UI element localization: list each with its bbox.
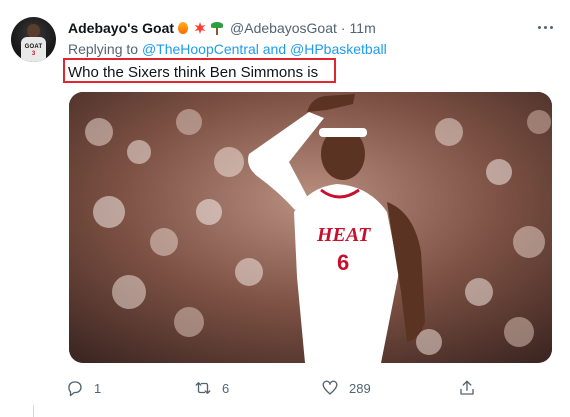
like-count: 289 bbox=[349, 380, 371, 396]
like-button[interactable]: 289 bbox=[321, 377, 371, 399]
jersey-word: HEAT bbox=[317, 224, 371, 246]
jersey-number: 6 bbox=[337, 250, 350, 275]
burst-emoji-icon bbox=[193, 21, 207, 35]
replying-to-label: Replying to bbox=[68, 41, 139, 57]
avatar-jersey-text: GOAT bbox=[24, 44, 43, 50]
mention-link-2[interactable]: @HPbasketball bbox=[290, 41, 387, 57]
tweet-header: Adebayo's Goat @AdebayosGoat · 11m bbox=[68, 18, 376, 38]
palm-tree-emoji-icon bbox=[210, 21, 224, 35]
reply-button[interactable]: 1 bbox=[66, 377, 101, 399]
mention-conjunction[interactable]: and bbox=[263, 41, 286, 57]
tweet-photo bbox=[69, 92, 552, 363]
user-handle[interactable]: @AdebayosGoat bbox=[230, 20, 337, 36]
avatar[interactable]: GOAT 3 bbox=[11, 17, 56, 62]
avatar-jersey-number: 3 bbox=[31, 51, 36, 57]
thread-line bbox=[33, 405, 34, 417]
retweet-button[interactable]: 6 bbox=[194, 377, 229, 399]
separator-dot: · bbox=[340, 20, 346, 36]
retweet-count: 6 bbox=[222, 380, 230, 396]
share-button[interactable] bbox=[458, 377, 476, 399]
tweet-text: Who the Sixers think Ben Simmons is bbox=[68, 64, 319, 81]
mention-link-1[interactable]: @TheHoopCentral bbox=[142, 41, 259, 57]
reply-icon bbox=[68, 381, 82, 397]
replying-to-line: Replying to @TheHoopCentral and @HPbaske… bbox=[68, 41, 387, 57]
reply-count: 1 bbox=[94, 380, 102, 396]
heart-icon bbox=[322, 380, 338, 395]
tweet-image[interactable]: HEAT 6 bbox=[69, 92, 552, 363]
display-name[interactable]: Adebayo's Goat bbox=[68, 20, 174, 36]
retweet-icon bbox=[195, 382, 211, 394]
tweet-actions: 1 6 289 bbox=[66, 377, 486, 399]
share-icon bbox=[460, 380, 474, 395]
avatar-head bbox=[27, 24, 40, 38]
timestamp[interactable]: 11m bbox=[350, 20, 376, 36]
fire-emoji-icon bbox=[176, 21, 190, 35]
more-options-icon[interactable] bbox=[536, 20, 556, 36]
